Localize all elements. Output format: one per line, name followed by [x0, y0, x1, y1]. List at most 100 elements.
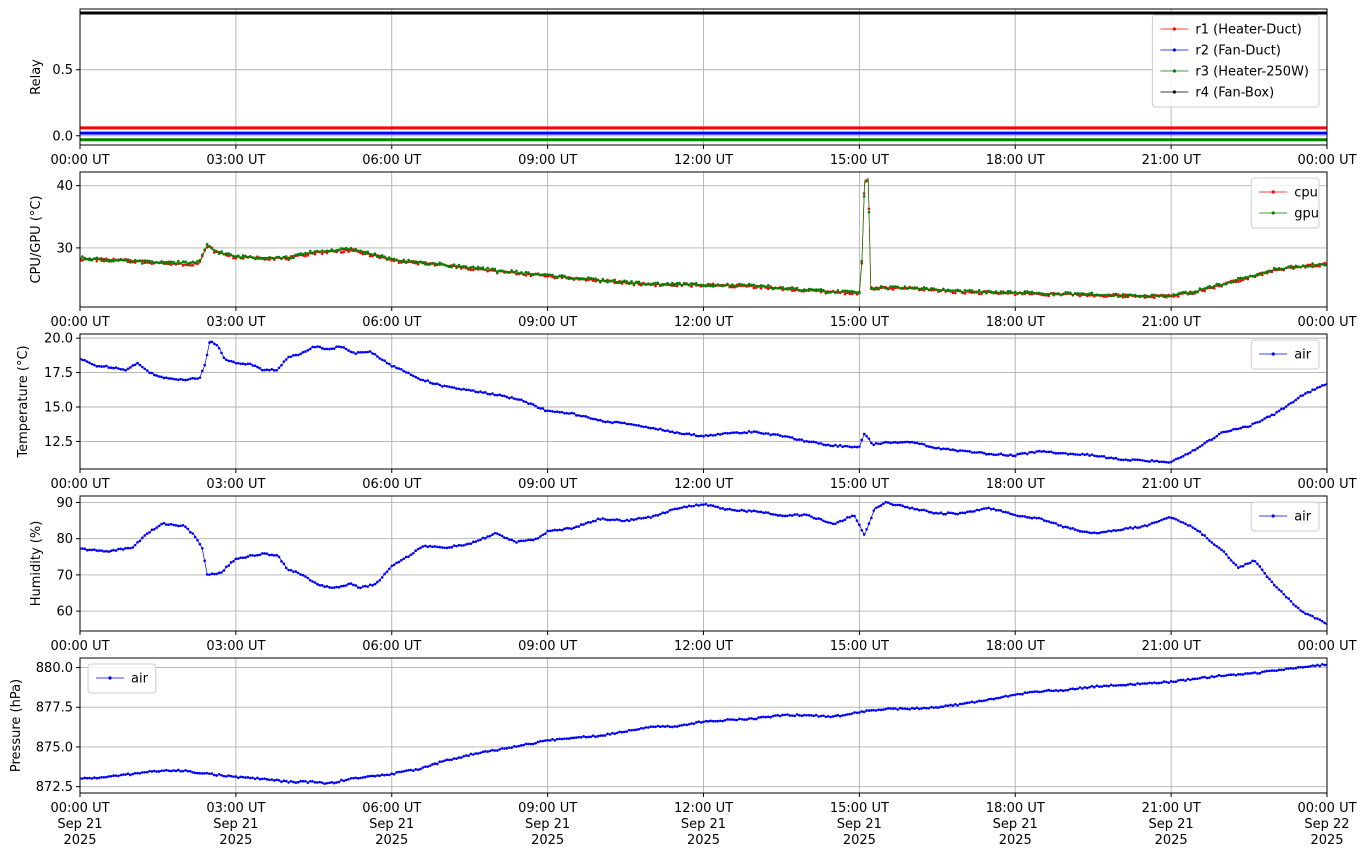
temperature-data-point: [594, 417, 597, 421]
humidity-data-point: [877, 505, 880, 508]
temperature-data-point: [493, 393, 497, 397]
pressure-data-point: [846, 713, 849, 716]
temperature-data-point: [165, 376, 168, 379]
humidity-data-point: [318, 583, 322, 587]
humidity-data-point: [742, 509, 746, 513]
temperature-data-point: [896, 441, 900, 445]
pressure-data-point: [1131, 683, 1135, 686]
pressure-data-point: [1004, 694, 1007, 698]
temperature-data-point: [527, 402, 530, 405]
pressure-data-point: [1054, 688, 1058, 692]
humidity-data-point: [1232, 561, 1235, 565]
cpu-gpu-data-point: [587, 276, 590, 279]
pressure-data-point: [189, 770, 192, 773]
cpu-gpu-data-point: [1023, 290, 1027, 293]
temperature-x-tick-label: 12:00 UT: [674, 477, 733, 492]
cpu-gpu-data-point: [1256, 272, 1259, 276]
cpu-gpu-data-point: [862, 194, 866, 198]
cpu-gpu-data-point: [671, 281, 674, 285]
pressure-data-point: [388, 773, 391, 777]
temperature-data-point: [270, 367, 274, 371]
temperature-data-point: [563, 411, 566, 415]
cpu-gpu-data-point: [81, 255, 84, 258]
cpu-gpu-data-point: [714, 284, 717, 288]
pressure-x-tick-label: 21:00 UT Sep 21 2025: [1142, 801, 1201, 848]
humidity-data-point: [1313, 616, 1317, 620]
humidity-data-point: [898, 503, 902, 507]
cpu-gpu-data-point: [922, 288, 926, 292]
cpu-gpu-data-point: [1078, 294, 1082, 298]
temperature-data-point: [383, 359, 386, 363]
pressure-data-point: [1280, 668, 1283, 672]
pressure-data-point: [335, 781, 338, 784]
temperature-data-point: [946, 447, 950, 451]
cpu-gpu-data-point: [342, 250, 346, 254]
temperature-data-point: [973, 451, 976, 454]
pressure-data-point: [872, 708, 876, 712]
pressure-data-point: [129, 773, 132, 777]
humidity-data-point: [757, 510, 760, 514]
temperature-data-point: [407, 371, 410, 375]
cpu-gpu-data-point: [378, 254, 382, 258]
cpu-gpu-data-point: [711, 285, 715, 288]
pressure-data-point: [774, 714, 777, 717]
humidity-data-point: [277, 555, 281, 559]
cpu-gpu-data-point: [246, 256, 250, 259]
cpu-gpu-data-point: [169, 263, 173, 266]
pressure-data-point: [1095, 684, 1099, 687]
pressure-data-point: [323, 782, 326, 786]
temperature-data-point: [265, 368, 269, 372]
pressure-data-point: [920, 707, 924, 710]
cpu-gpu-data-point: [95, 256, 99, 260]
humidity-data-point: [615, 518, 619, 521]
temperature-data-point: [1284, 405, 1288, 408]
pressure-data-point: [956, 704, 959, 707]
pressure-data-point: [965, 701, 969, 705]
humidity-data-point: [567, 527, 571, 530]
pressure-data-point: [260, 777, 264, 781]
humidity-data-point: [1323, 621, 1326, 625]
temperature-data-point: [651, 426, 655, 430]
humidity-data-point: [409, 553, 413, 557]
pressure-data-point: [1016, 692, 1019, 696]
cpu-gpu-data-point: [527, 271, 530, 274]
humidity-data-point: [778, 514, 782, 517]
temperature-data-point: [349, 350, 353, 354]
cpu-gpu-data-point: [546, 273, 549, 276]
cpu-gpu-data-point: [1138, 294, 1142, 298]
humidity-data-point: [395, 561, 398, 565]
temperature-data-point: [1186, 452, 1190, 456]
temperature-data-point: [296, 353, 300, 357]
temperature-data-point: [867, 437, 871, 440]
humidity-data-point: [702, 503, 705, 507]
temperature-data-point: [745, 431, 748, 435]
relay-legend-marker: [1172, 69, 1176, 73]
pressure-data-point: [474, 752, 477, 755]
pressure-data-point: [879, 708, 883, 712]
humidity-data-point: [1174, 517, 1178, 521]
pressure-data-point: [433, 762, 437, 765]
temperature-data-point: [141, 365, 144, 369]
temperature-data-point: [1272, 413, 1276, 417]
humidity-data-point: [764, 511, 768, 514]
temperature-data-point: [313, 345, 317, 349]
humidity-data-point: [191, 532, 195, 535]
humidity-data-point: [685, 505, 689, 509]
cpu-gpu-data-point: [198, 258, 202, 262]
cpu-gpu-data-point: [448, 265, 451, 269]
pressure-data-point: [1318, 664, 1322, 668]
humidity-data-point: [1009, 512, 1012, 516]
cpu-gpu-data-point: [829, 291, 832, 294]
humidity-data-point: [1057, 524, 1060, 527]
temperature-data-point: [507, 396, 511, 400]
temperature-data-point: [1081, 452, 1084, 456]
humidity-x-tick-label: 00:00 UT: [50, 639, 109, 654]
temperature-data-point: [618, 421, 621, 424]
pressure-data-point: [1260, 670, 1264, 674]
pressure-data-point: [141, 771, 144, 774]
cpu-gpu-data-point: [227, 252, 230, 255]
pressure-data-point: [1289, 666, 1293, 670]
cpu-gpu-data-point: [97, 257, 101, 261]
cpu-gpu-x-tick-label: 18:00 UT: [986, 315, 1045, 330]
pressure-x-tick-label: 12:00 UT Sep 21 2025: [674, 801, 733, 848]
